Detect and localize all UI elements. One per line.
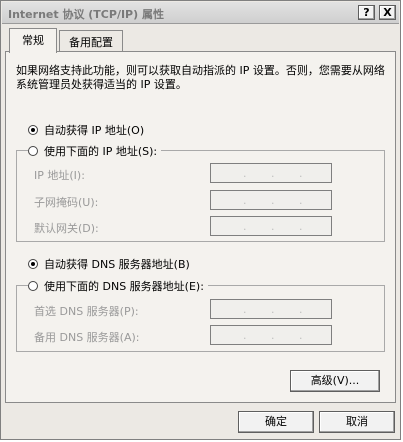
subnet-mask-label: 子网掩码(U): xyxy=(34,196,99,209)
cancel-button[interactable]: 取消 xyxy=(319,411,395,433)
ok-button[interactable]: 确定 xyxy=(238,411,314,433)
help-button[interactable]: ? xyxy=(358,5,375,20)
title-bar: Internet 协议 (TCP/IP) 属性 ? X xyxy=(2,2,399,24)
tab-alternate-config[interactable]: 备用配置 xyxy=(59,30,123,52)
radio-selected-icon xyxy=(28,125,38,135)
advanced-button[interactable]: 高级(V)... xyxy=(290,370,380,392)
alternate-dns-input[interactable]: ... xyxy=(210,325,332,345)
gateway-label: 默认网关(D): xyxy=(34,222,99,235)
subnet-mask-input[interactable]: ... xyxy=(210,190,332,210)
radio-ip-manual-label: 使用下面的 IP 地址(S): xyxy=(44,145,158,158)
radio-unselected-icon xyxy=(28,146,38,156)
preferred-dns-input[interactable]: ... xyxy=(210,299,332,319)
radio-ip-auto-label: 自动获得 IP 地址(O) xyxy=(44,124,145,137)
preferred-dns-label: 首选 DNS 服务器(P): xyxy=(34,305,139,318)
description-text: 如果网络支持此功能，则可以获取自动指派的 IP 设置。否则，您需要从网络系统管理… xyxy=(16,64,385,91)
ip-address-input[interactable]: ... xyxy=(210,163,332,183)
radio-ip-manual[interactable]: 使用下面的 IP 地址(S): xyxy=(28,143,162,159)
radio-ip-auto[interactable]: 自动获得 IP 地址(O) xyxy=(28,122,144,138)
general-tab-panel: 如果网络支持此功能，则可以获取自动指派的 IP 设置。否则，您需要从网络系统管理… xyxy=(5,51,396,403)
radio-selected-icon xyxy=(28,259,38,269)
radio-unselected-icon xyxy=(28,281,38,291)
close-button[interactable]: X xyxy=(379,5,396,20)
alternate-dns-label: 备用 DNS 服务器(A): xyxy=(34,331,140,344)
radio-dns-auto-label: 自动获得 DNS 服务器地址(B) xyxy=(44,258,190,271)
tab-general[interactable]: 常规 xyxy=(9,28,57,53)
ip-address-label: IP 地址(I): xyxy=(34,169,85,182)
radio-dns-manual-label: 使用下面的 DNS 服务器地址(E): xyxy=(44,280,204,293)
window-title: Internet 协议 (TCP/IP) 属性 xyxy=(8,8,164,21)
tcpip-properties-dialog: Internet 协议 (TCP/IP) 属性 ? X 常规 备用配置 如果网络… xyxy=(0,0,401,440)
radio-dns-manual[interactable]: 使用下面的 DNS 服务器地址(E): xyxy=(28,278,208,294)
radio-dns-auto[interactable]: 自动获得 DNS 服务器地址(B) xyxy=(28,256,190,272)
gateway-input[interactable]: ... xyxy=(210,216,332,236)
